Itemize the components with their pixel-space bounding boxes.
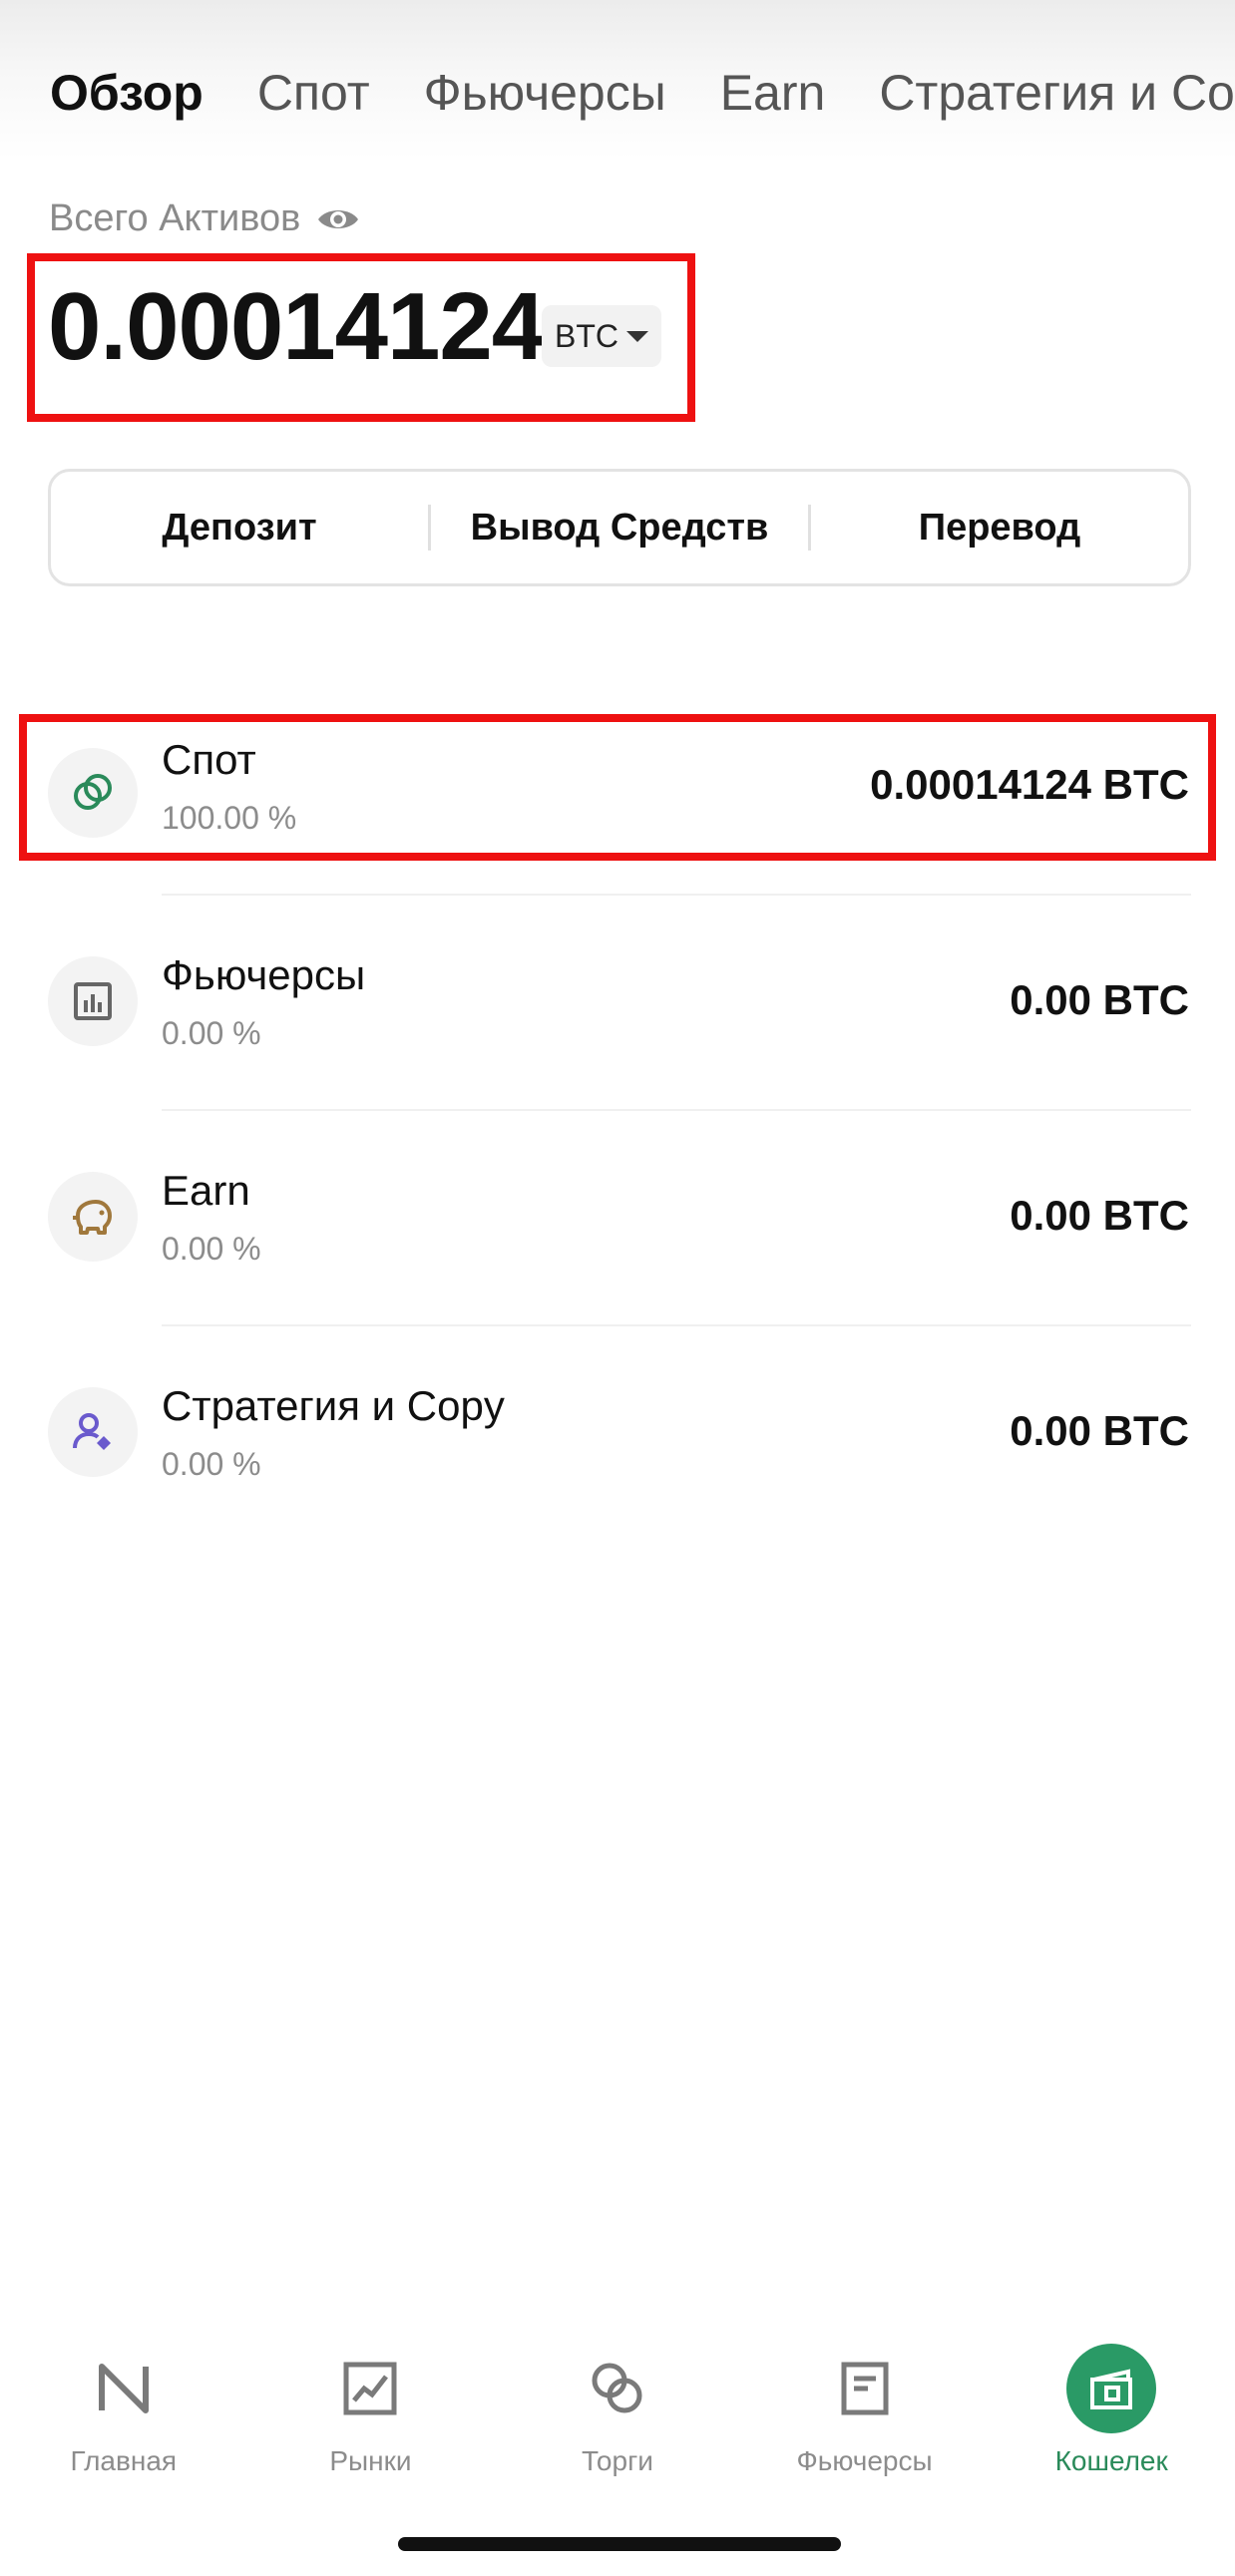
nav-home[interactable]: Главная — [0, 2334, 247, 2493]
account-value: 0.00 BTC — [1010, 1192, 1189, 1239]
transfer-button[interactable]: Перевод — [811, 472, 1188, 583]
account-percent: 0.00 % — [162, 1446, 261, 1482]
account-name: Фьючерсы — [162, 951, 366, 998]
tab-spot[interactable]: Спот — [257, 58, 370, 128]
bottom-nav: Главная Рынки Торги Фьючерсы Кошелек — [0, 2334, 1235, 2493]
account-row-earn[interactable]: Earn 0.00 % 0.00 BTC — [0, 1147, 1235, 1362]
nav-label: Торги — [582, 2445, 653, 2476]
currency-label: BTC — [555, 317, 618, 354]
account-name: Стратегия и Copy — [162, 1382, 505, 1429]
account-percent: 0.00 % — [162, 1015, 261, 1051]
nav-futures[interactable]: Фьючерсы — [741, 2334, 989, 2493]
account-value: 0.00 BTC — [1010, 1407, 1189, 1454]
account-row-futures[interactable]: Фьючерсы 0.00 % 0.00 BTC — [0, 931, 1235, 1147]
tab-futures[interactable]: Фьючерсы — [424, 58, 666, 128]
total-assets-label-row: Всего Активов — [49, 197, 360, 240]
futures-doc-icon — [820, 2344, 910, 2433]
home-indicator — [398, 2537, 841, 2551]
tabs-row: Обзор Спот Фьючерсы Earn Стратегия и Cop… — [50, 58, 1235, 128]
row-divider — [162, 1109, 1191, 1111]
nav-markets[interactable]: Рынки — [247, 2334, 495, 2493]
trade-icon — [573, 2344, 662, 2433]
account-value: 0.00 BTC — [1010, 976, 1189, 1023]
action-buttons: Депозит Вывод Средств Перевод — [48, 469, 1191, 586]
eye-icon[interactable] — [316, 204, 360, 234]
row-divider — [162, 1324, 1191, 1326]
nav-label: Кошелек — [1054, 2445, 1168, 2476]
strategy-user-icon — [48, 1387, 138, 1477]
spot-highlight-box — [19, 714, 1216, 861]
nav-label: Фьючерсы — [796, 2445, 933, 2476]
tab-overview[interactable]: Обзор — [50, 58, 204, 128]
nav-trade[interactable]: Торги — [494, 2334, 741, 2493]
top-tab-bar: Обзор Спот Фьючерсы Earn Стратегия и Cop… — [0, 0, 1235, 160]
currency-select[interactable]: BTC — [542, 305, 661, 367]
home-logo-icon — [79, 2344, 169, 2433]
futures-chart-icon — [48, 956, 138, 1046]
withdraw-button[interactable]: Вывод Средств — [431, 472, 808, 583]
total-assets-label: Всего Активов — [49, 197, 301, 239]
nav-label: Рынки — [329, 2445, 412, 2476]
wallet-icon — [1066, 2344, 1157, 2433]
total-assets-value: 0.00014124 — [48, 273, 545, 380]
nav-wallet[interactable]: Кошелек — [988, 2334, 1235, 2493]
tab-earn[interactable]: Earn — [720, 58, 826, 128]
tab-strategy-copy[interactable]: Стратегия и Copy — [879, 58, 1235, 128]
piggy-bank-icon — [48, 1172, 138, 1262]
account-row-strategy[interactable]: Стратегия и Copy 0.00 % 0.00 BTC — [0, 1362, 1235, 1578]
account-percent: 0.00 % — [162, 1231, 261, 1267]
deposit-button[interactable]: Депозит — [51, 472, 428, 583]
account-name: Earn — [162, 1167, 250, 1214]
nav-label: Главная — [70, 2445, 178, 2476]
markets-icon — [325, 2344, 415, 2433]
caret-down-icon — [626, 330, 648, 342]
row-divider — [162, 894, 1191, 896]
